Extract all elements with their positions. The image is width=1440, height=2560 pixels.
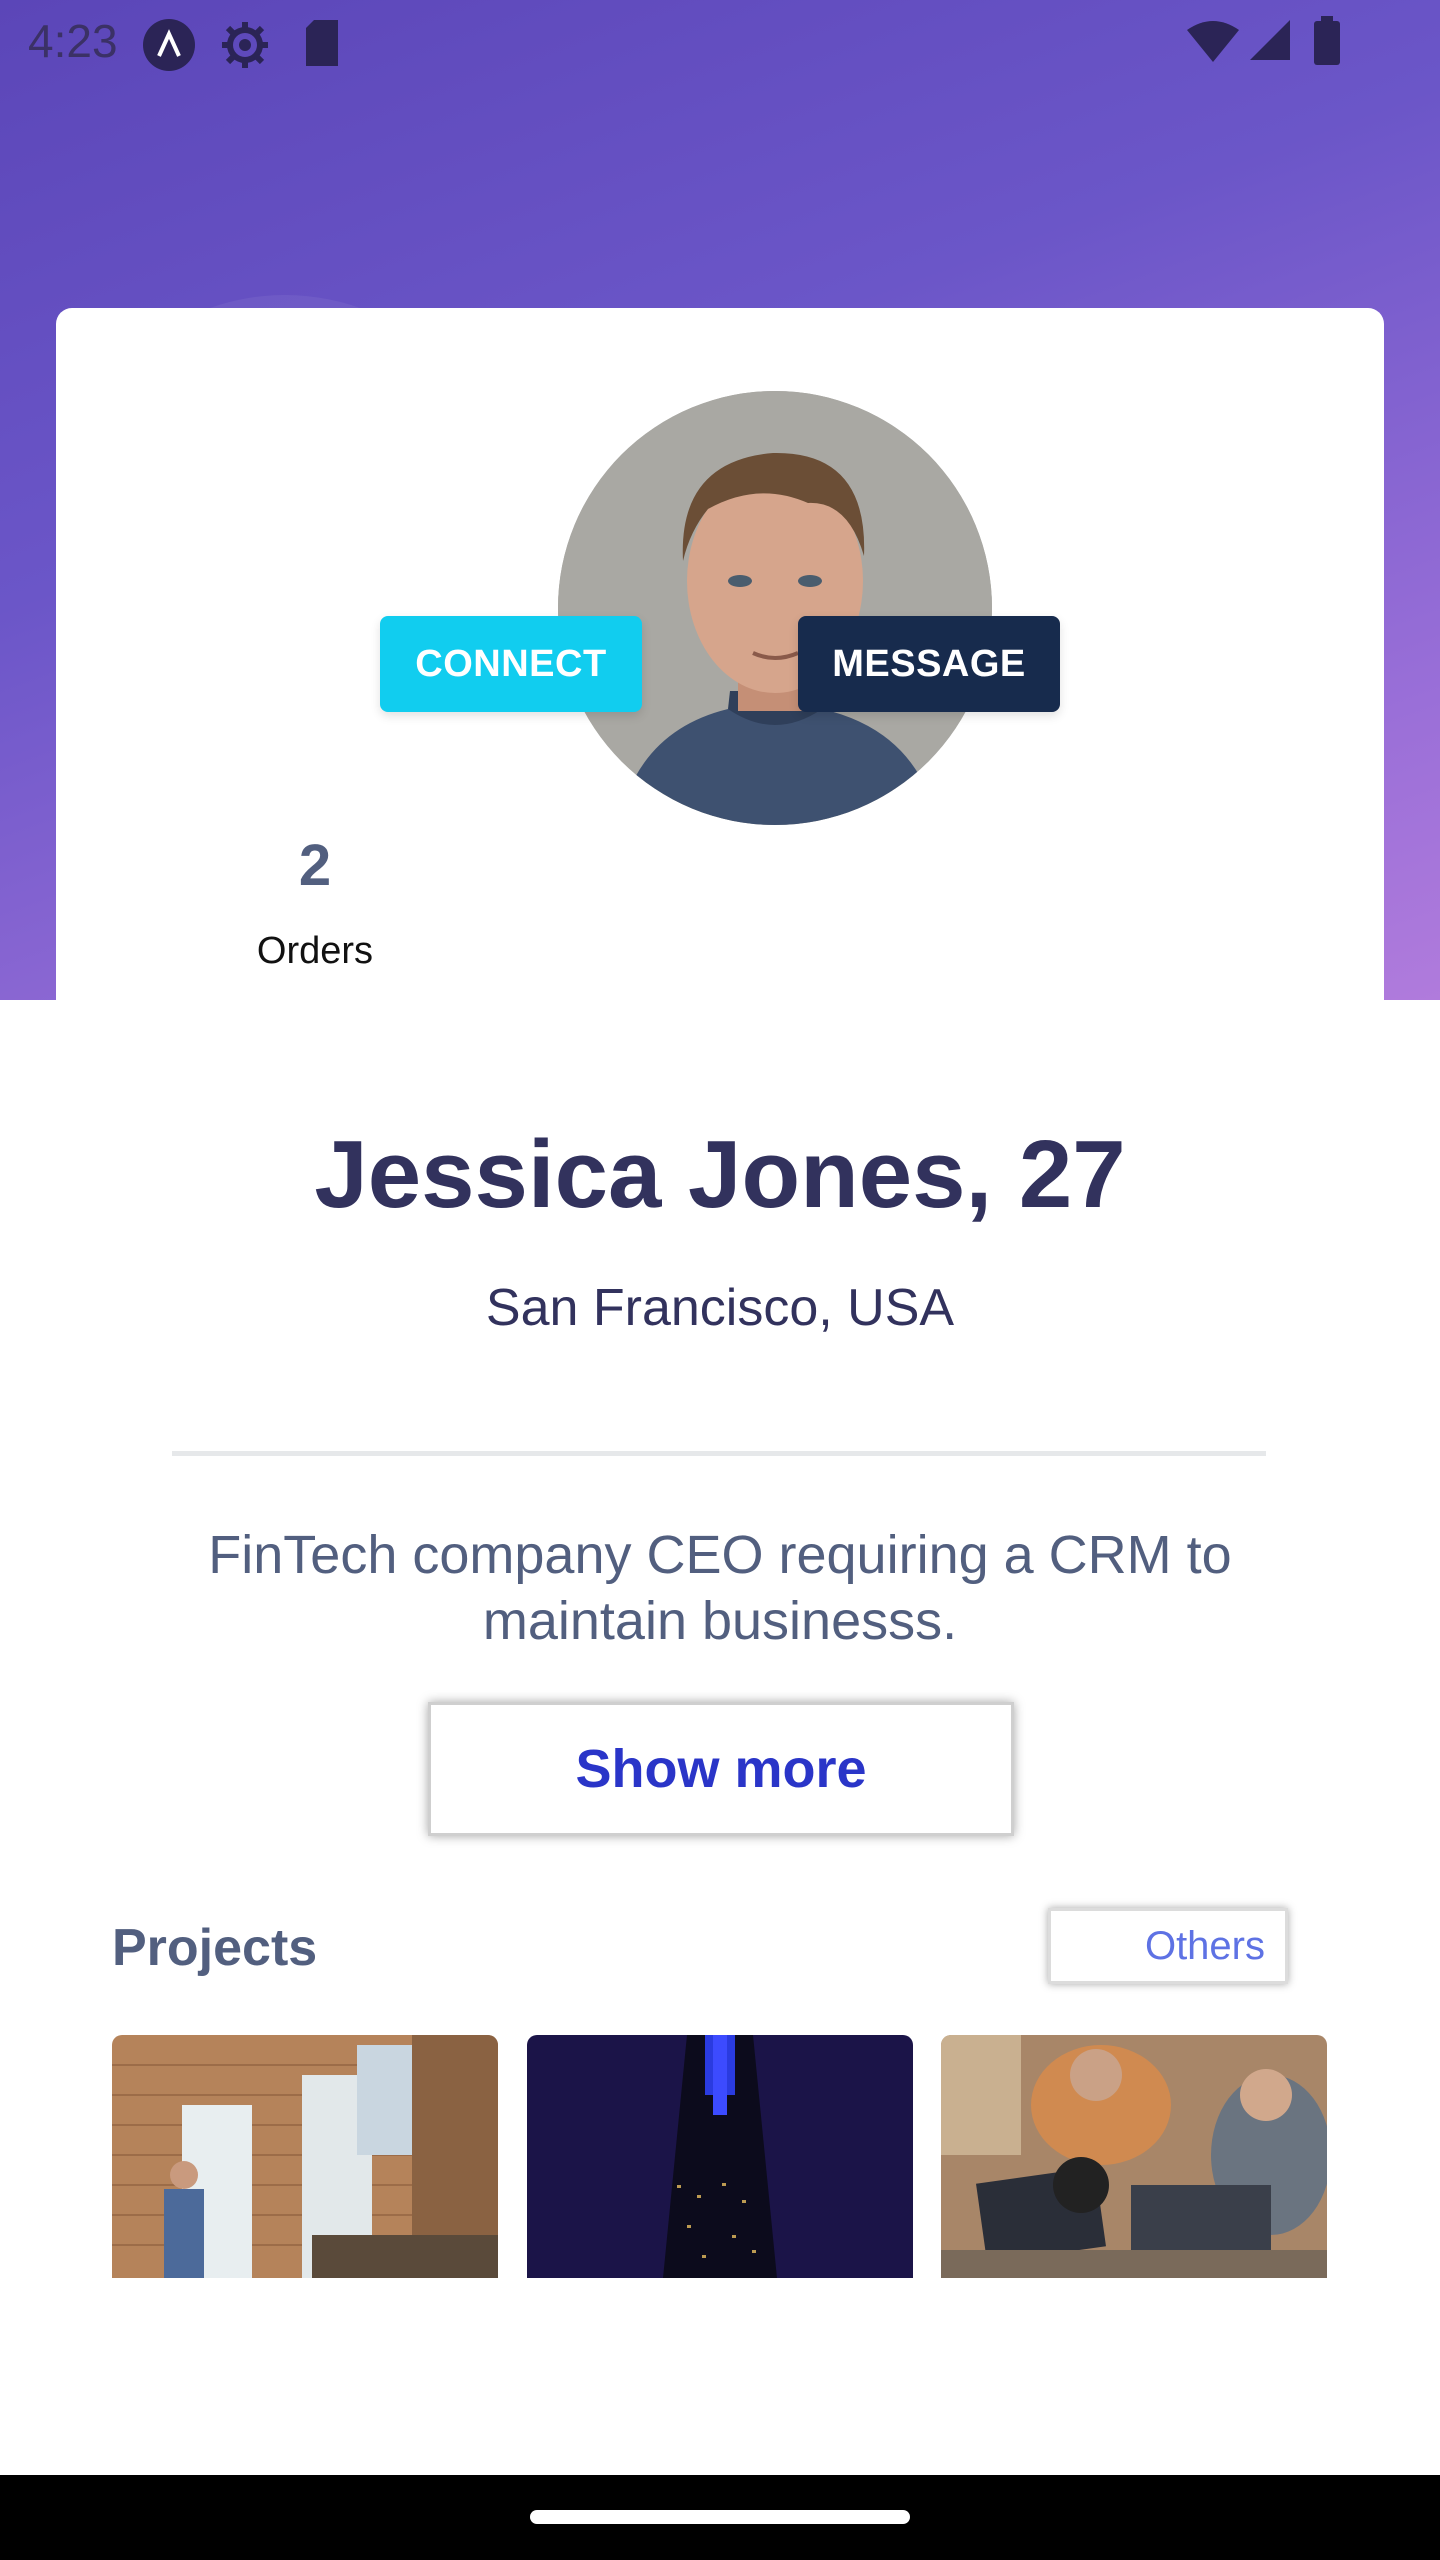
app-badge-icon <box>142 18 196 77</box>
project-team-laptops-photo[interactable] <box>941 2035 1327 2278</box>
profile-card: CONNECT MESSAGE 2 Orders <box>56 308 1384 1048</box>
bio-line: FinTech company CEO requiring a CRM to <box>208 1525 1232 1585</box>
battery-icon <box>1312 16 1342 71</box>
status-time: 4:23 <box>28 15 118 67</box>
projects-title: Projects <box>112 1919 318 1977</box>
profile-photo <box>558 391 992 825</box>
profile-location: San Francisco, USA <box>485 1279 955 1337</box>
divider <box>172 1451 1266 1456</box>
orders-label: Orders <box>256 930 374 972</box>
show-more-button[interactable]: Show more <box>428 1702 1014 1836</box>
orders-count: 2 <box>298 833 332 898</box>
home-gesture-handle[interactable] <box>530 2510 910 2524</box>
signal-icon <box>1248 18 1292 67</box>
wifi-icon <box>1185 20 1241 69</box>
settings-gear-icon <box>218 18 272 77</box>
status-bar: 4:23 <box>0 0 1440 84</box>
profile-bio: FinTech company CEO requiring a CRM to m… <box>170 1522 1270 1654</box>
sd-card-icon <box>302 18 342 73</box>
bio-line: maintain businesss. <box>482 1591 958 1651</box>
message-button[interactable]: MESSAGE <box>798 616 1060 712</box>
project-presentation-photo[interactable] <box>112 2035 498 2278</box>
connect-button[interactable]: CONNECT <box>380 616 642 712</box>
avatar[interactable] <box>558 391 992 825</box>
project-tower-night-photo[interactable] <box>527 2035 913 2278</box>
profile-name: Jessica Jones, 27 <box>314 1121 1126 1228</box>
others-button[interactable]: Others <box>1048 1908 1288 1984</box>
